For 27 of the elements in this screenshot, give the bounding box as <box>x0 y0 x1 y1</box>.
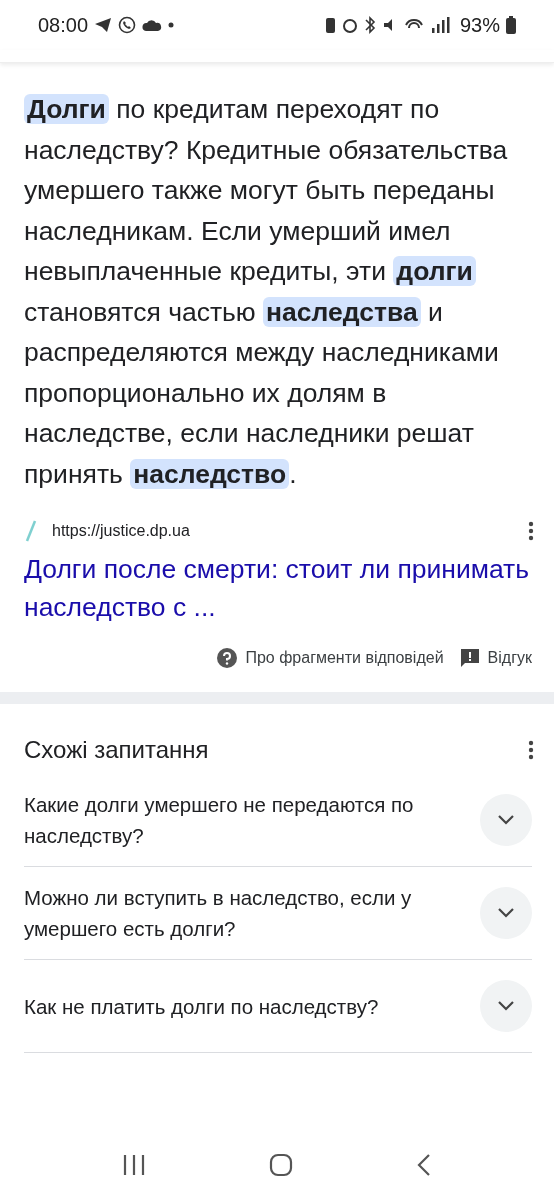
question-text[interactable]: Как не платить долги по наследству? <box>24 990 480 1022</box>
more-options-icon[interactable] <box>528 521 534 541</box>
question-text[interactable]: Можно ли вступить в наследство, если у умершего есть долги? <box>24 882 480 944</box>
question-text[interactable]: Какие долги умершего не передаются по наследству? <box>24 789 480 851</box>
clock-time: 08:00 <box>38 13 89 37</box>
source-url: https://justice.dp.ua <box>52 522 191 540</box>
dot-icon <box>168 22 175 28</box>
answer-paragraph: Долги по кредитам переходят по наследству? Кредитные обязательства умершего также могут быть переданы наследникам. Если умерший имел невыплаченные кредиты, эти долги становятся частью наследства и распределяются между наследниками пропорционально их долям в наследстве, если наследники решат принять наследство. <box>24 93 509 491</box>
section-title: Схожі запитання <box>24 736 210 764</box>
back-icon <box>416 1153 433 1177</box>
site-logo-icon <box>24 520 38 542</box>
more-options-icon[interactable] <box>528 740 534 760</box>
battery-percent: 93% <box>459 13 500 37</box>
about-snippets-link[interactable]: Про фрагменти відповідей <box>245 649 444 667</box>
chevron-down-icon <box>497 907 515 919</box>
feedback-icon[interactable] <box>459 648 480 668</box>
home-icon <box>269 1153 293 1177</box>
result-link[interactable]: Долги после смерти: стоит ли принимать наследство с ... <box>24 550 530 626</box>
recent-apps-icon <box>121 1154 146 1176</box>
feedback-link[interactable]: Відгук <box>487 649 532 667</box>
chevron-down-icon <box>497 814 515 826</box>
cloud-icon <box>142 19 163 31</box>
help-icon[interactable] <box>217 648 238 668</box>
battery-icon <box>506 16 516 34</box>
phone-icon <box>118 16 137 34</box>
chevron-down-icon <box>497 1000 515 1012</box>
send-icon <box>94 17 113 33</box>
